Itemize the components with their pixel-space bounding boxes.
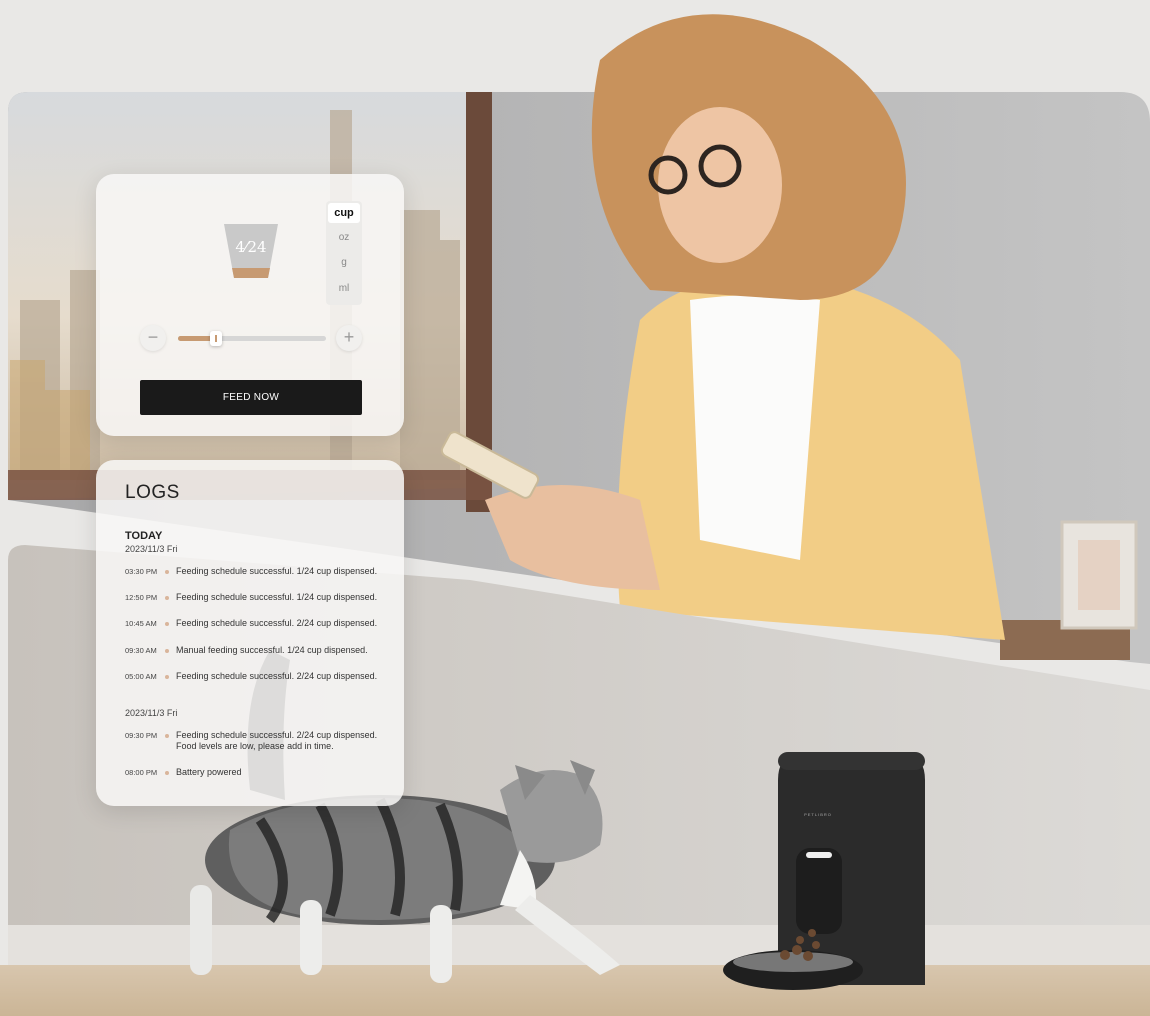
log-text: Feeding schedule successful. 2/24 cup di… [176, 618, 378, 628]
unit-option-ml[interactable]: ml [328, 279, 360, 299]
log-dot [165, 675, 169, 679]
portion-fraction: 4⁄24 [235, 238, 267, 256]
log-entry: 09:30 PM Feeding schedule successful. 2/2… [125, 730, 400, 752]
feed-now-button[interactable]: FEED NOW [140, 380, 362, 415]
log-text: Feeding schedule successful. 1/24 cup di… [176, 566, 378, 576]
log-entry: 10:45 AM Feeding schedule successful. 2/2… [125, 618, 400, 629]
logs-card [96, 460, 404, 806]
log-time: 09:30 PM [125, 731, 158, 740]
slider-fill [178, 336, 214, 341]
log-date: 2023/11/3 Fri [125, 708, 178, 718]
log-entry: 05:00 AM Feeding schedule successful. 2/2… [125, 671, 400, 682]
log-text: Manual feeding successful. 1/24 cup disp… [176, 645, 368, 655]
unit-option-oz[interactable]: oz [328, 228, 360, 248]
increase-button[interactable]: + [336, 325, 362, 351]
logs-title: LOGS [125, 482, 180, 503]
log-time: 09:30 AM [125, 646, 157, 655]
log-dot [165, 596, 169, 600]
log-text: Feeding schedule successful. 2/24 cup di… [176, 671, 378, 681]
log-date: 2023/11/3 Fri [125, 544, 178, 554]
log-dot [165, 622, 169, 626]
slider-thumb[interactable] [210, 331, 222, 346]
feeder-brand-label: PETLIBRO [804, 812, 832, 817]
log-dot [165, 570, 169, 574]
floor [0, 965, 1150, 1016]
log-entry: 08:00 PM Battery powered [125, 767, 400, 778]
unit-selector: cup oz g ml [326, 201, 362, 305]
log-time: 12:50 PM [125, 593, 158, 602]
unit-option-g[interactable]: g [328, 253, 360, 273]
log-text: Feeding schedule successful. 2/24 cup di… [176, 730, 378, 751]
today-label: TODAY [125, 530, 163, 542]
log-time: 03:30 PM [125, 567, 158, 576]
log-text: Battery powered [176, 767, 242, 777]
log-entry: 12:50 PM Feeding schedule successful. 1/2… [125, 592, 400, 603]
log-entry: 03:30 PM Feeding schedule successful. 1/2… [125, 566, 400, 577]
portion-slider[interactable] [178, 331, 326, 346]
decrease-button[interactable]: − [140, 325, 166, 351]
log-dot [165, 649, 169, 653]
log-time: 05:00 AM [125, 672, 157, 681]
log-dot [165, 771, 169, 775]
log-time: 08:00 PM [125, 768, 158, 777]
log-time: 10:45 AM [125, 619, 157, 628]
unit-option-cup[interactable]: cup [328, 203, 360, 223]
log-dot [165, 734, 169, 738]
log-text: Feeding schedule successful. 1/24 cup di… [176, 592, 378, 602]
log-entry: 09:30 AM Manual feeding successful. 1/24 … [125, 645, 400, 656]
